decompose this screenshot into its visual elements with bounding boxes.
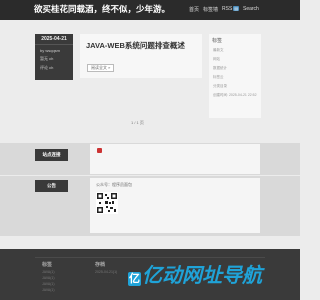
sidebar-link[interactable]: 分类目录 [213, 84, 227, 89]
footer-tag-link[interactable]: JAVA(1) [42, 276, 55, 280]
footer-tag-link[interactable]: JAVA(1) [42, 270, 55, 274]
nav-rss[interactable]: RSS ▤ [222, 6, 240, 12]
post-author[interactable]: by wsqqsm [35, 45, 73, 53]
nav-search[interactable]: Search [243, 6, 259, 12]
logo-icon: 亿 [128, 272, 141, 286]
nav-home[interactable]: 首页 [189, 6, 199, 13]
site-link-icon[interactable] [97, 148, 102, 153]
post-views: 暂无 ch [40, 56, 54, 61]
post-card: JAVA-WEB系统问题排查概述 阅读全文 » [80, 34, 202, 78]
footer-tag-link[interactable]: JAVA(1) [42, 288, 55, 292]
sidebar-link[interactable]: 最新文 [213, 48, 224, 53]
pagination[interactable]: 1 / 1 页 [131, 120, 144, 126]
sidebar-link[interactable]: 网站 [213, 57, 220, 62]
links-label: 站点连接 [35, 149, 68, 161]
footer-archive-link[interactable]: 2025-04-21(1) [95, 270, 117, 274]
watermark-logo: 亿亿动网址导航 [128, 259, 262, 288]
links-pane [90, 144, 260, 174]
notice-section: 公告 公众号：程序员面包 [0, 176, 300, 236]
rss-icon: ▤ [233, 6, 240, 11]
notice-text: 公众号：程序员面包 [96, 182, 132, 187]
watermark-text: 亿动网址导航 [142, 265, 262, 287]
sidebar-title: 标签 [212, 38, 223, 44]
rss-label: RSS [222, 6, 233, 12]
footer-divider [35, 257, 265, 258]
sidebar-created: 创建时间: 2025-04-21 22:52 [213, 93, 257, 97]
notice-label: 公告 [35, 180, 68, 192]
sidebar-link[interactable]: 数据统计 [213, 66, 227, 71]
read-more-button[interactable]: 阅读全文 » [87, 64, 115, 72]
qr-code-icon [96, 192, 118, 214]
footer-tags-heading: 标签 [42, 262, 53, 268]
post-comments[interactable]: 评论 ch [35, 62, 73, 71]
post-title[interactable]: JAVA-WEB系统问题排查概述 [86, 40, 185, 51]
site-header: 欲买桂花同载酒，终不似，少年游。 首页 标签墙 RSS ▤ Search [0, 0, 300, 20]
nav-tags[interactable]: 标签墙 [203, 6, 218, 13]
footer-archive-heading: 存档 [95, 262, 106, 268]
sidebar-link[interactable]: 标签云 [213, 75, 224, 80]
footer-tag-link[interactable]: JAVA(1) [42, 282, 55, 286]
post-date: 2025-04-21 [35, 34, 73, 45]
sidebar-widget: 标签 最新文 网站 数据统计 标签云 分类目录 创建时间: 2025-04-21… [209, 34, 261, 118]
links-section: 站点连接 [0, 143, 300, 175]
post-meta-card: 2025-04-21 by wsqqsm 暂无 ch 评论 ch [35, 34, 73, 80]
notice-pane: 公众号：程序员面包 [90, 178, 260, 233]
site-title[interactable]: 欲买桂花同载酒，终不似，少年游。 [34, 3, 170, 15]
